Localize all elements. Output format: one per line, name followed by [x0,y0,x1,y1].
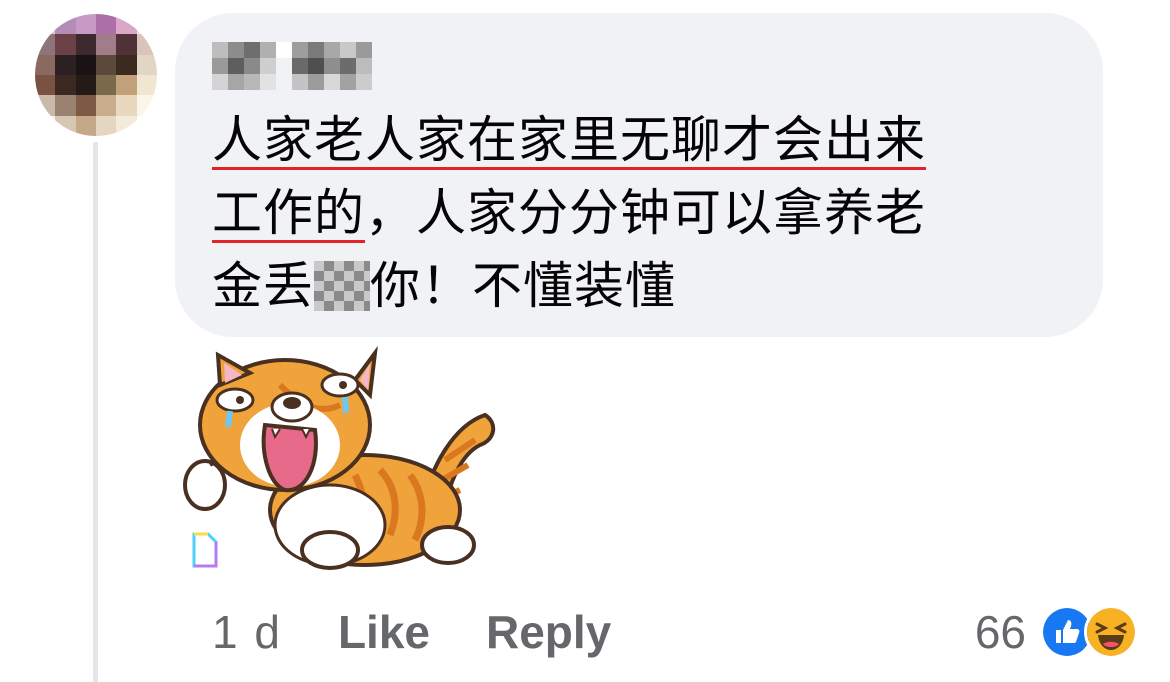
name-pixel [356,42,372,58]
avatar-pixel [116,95,137,116]
avatar[interactable] [35,14,157,136]
avatar-pixel [136,95,157,116]
comment-line-2b: ，人家分分钟可以拿养老 [365,184,926,242]
name-pixel [292,42,308,58]
avatar-pixel [116,75,137,96]
name-pixel [276,74,292,90]
avatar-pixel [55,34,76,55]
name-pixel [276,58,292,74]
name-pixel [228,58,244,74]
name-pixel [324,58,340,74]
avatar-pixel [35,95,56,116]
name-pixel [260,74,276,90]
name-pixel [340,42,356,58]
avatar-pixel [55,115,76,136]
name-pixel [244,58,260,74]
avatar-pixel [35,34,56,55]
name-pixel [228,74,244,90]
avatar-pixel [136,34,157,55]
like-button[interactable]: Like [338,605,430,659]
avatar-pixel [55,14,76,35]
name-pixel [324,74,340,90]
name-pixel [244,42,260,58]
comment-line-2a: 工作的 [212,184,365,242]
comment-line-3a: 金丢 [212,257,314,315]
name-pixel [292,74,308,90]
name-pixel [212,42,228,58]
avatar-pixel [75,14,96,35]
avatar-pixel [96,115,117,136]
comment-text: 人家老人家在家里无聊才会出来 工作的，人家分分钟可以拿养老 金丢 你！不懂装懂 [212,104,1082,323]
name-pixel [324,42,340,58]
name-pixel [276,42,292,58]
avatar-pixel [136,115,157,136]
author-name-pixelated[interactable] [212,42,372,90]
name-pixel [212,74,228,90]
avatar-pixel [136,14,157,35]
name-pixel [244,74,260,90]
avatar-pixel [116,14,137,35]
name-pixel [308,58,324,74]
name-pixel [212,58,228,74]
name-pixel [260,42,276,58]
name-pixel [308,42,324,58]
avatar-pixel [35,14,56,35]
avatar-pixel [55,75,76,96]
avatar-pixel [116,54,137,75]
name-pixel [340,74,356,90]
avatar-pixel [35,115,56,136]
avatar-pixel [55,95,76,116]
avatar-pixel [116,115,137,136]
name-pixel [292,58,308,74]
avatar-pixel [75,95,96,116]
cat-sticker[interactable] [180,345,500,575]
image-placeholder-icon [192,532,218,568]
name-pixel [356,74,372,90]
avatar-pixel [75,34,96,55]
avatar-pixel [35,54,56,75]
thread-line [93,142,98,682]
name-pixel [340,58,356,74]
name-pixel [260,58,276,74]
comment-actions: 1 d Like Reply [212,600,611,664]
reaction-count[interactable]: 66 [975,605,1026,659]
avatar-pixel [55,54,76,75]
reaction-summary[interactable]: 66 [975,600,1138,664]
name-pixel [308,74,324,90]
avatar-pixel [96,54,117,75]
avatar-pixel [136,54,157,75]
reply-button[interactable]: Reply [486,605,611,659]
timestamp[interactable]: 1 d [212,605,282,659]
avatar-pixel [96,75,117,96]
comment-line-3b: 你！不懂装懂 [370,257,676,315]
name-pixel [356,58,372,74]
avatar-pixel [75,75,96,96]
censored-word [314,261,370,311]
haha-icon [1084,605,1138,659]
avatar-pixel [35,75,56,96]
name-pixel [228,42,244,58]
avatar-pixel [96,95,117,116]
avatar-pixel [75,115,96,136]
avatar-pixel [75,54,96,75]
avatar-pixel [96,14,117,35]
comment-line-1: 人家老人家在家里无聊才会出来 [212,111,926,169]
avatar-pixel [116,34,137,55]
avatar-pixel [136,75,157,96]
avatar-pixel [96,34,117,55]
